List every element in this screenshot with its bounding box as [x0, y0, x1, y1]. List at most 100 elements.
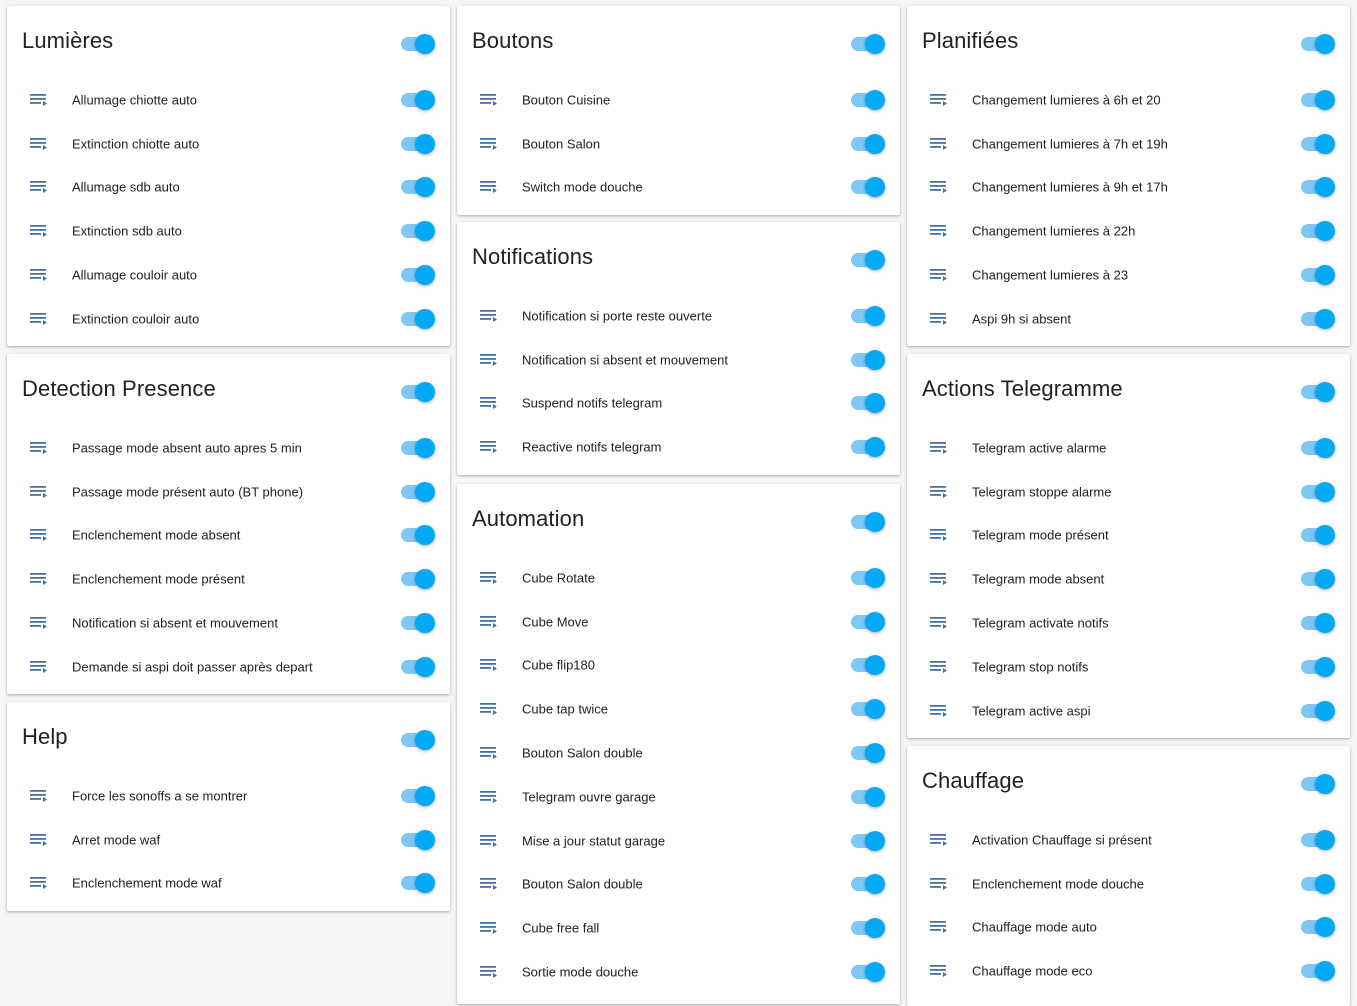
- automation-row[interactable]: Allumage sdb auto: [7, 166, 450, 210]
- automation-toggle[interactable]: [1301, 437, 1335, 458]
- automation-label[interactable]: Activation Chauffage si présent: [972, 832, 1152, 847]
- automation-toggle[interactable]: [851, 133, 885, 154]
- automation-toggle[interactable]: [851, 786, 885, 807]
- group-toggle[interactable]: [401, 34, 435, 54]
- automation-label[interactable]: Cube Rotate: [522, 570, 595, 585]
- automation-row[interactable]: Extinction couloir auto: [7, 297, 450, 341]
- automation-toggle[interactable]: [401, 873, 435, 894]
- automation-label[interactable]: Cube flip180: [522, 658, 595, 673]
- automation-row[interactable]: Extinction sdb auto: [7, 209, 450, 253]
- automation-toggle[interactable]: [1301, 613, 1335, 634]
- automation-row[interactable]: Telegram ouvre garage: [457, 775, 900, 819]
- automation-label[interactable]: Switch mode douche: [522, 180, 643, 195]
- automation-label[interactable]: Changement lumieres à 9h et 17h: [972, 180, 1168, 195]
- automation-toggle[interactable]: [401, 265, 435, 286]
- automation-row[interactable]: Aspi 9h si absent: [907, 297, 1350, 341]
- automation-toggle[interactable]: [1301, 177, 1335, 198]
- automation-label[interactable]: Passage mode présent auto (BT phone): [72, 484, 303, 499]
- automation-row[interactable]: Reactive notifs telegram: [457, 425, 900, 469]
- automation-row[interactable]: Bouton Salon double: [457, 731, 900, 775]
- automation-row[interactable]: Cube flip180: [457, 644, 900, 688]
- automation-label[interactable]: Suspend notifs telegram: [522, 396, 662, 411]
- automation-row[interactable]: Chauffage mode auto: [907, 906, 1350, 950]
- automation-label[interactable]: Changement lumieres à 22h: [972, 224, 1135, 239]
- automation-label[interactable]: Reactive notifs telegram: [522, 440, 661, 455]
- automation-label[interactable]: Bouton Salon: [522, 136, 600, 151]
- automation-row[interactable]: Telegram mode absent: [907, 557, 1350, 601]
- automation-toggle[interactable]: [851, 830, 885, 851]
- automation-toggle[interactable]: [401, 89, 435, 110]
- automation-label[interactable]: Telegram active aspi: [972, 703, 1091, 718]
- automation-label[interactable]: Telegram ouvre garage: [522, 789, 656, 804]
- automation-row[interactable]: Telegram stoppe alarme: [907, 470, 1350, 514]
- automation-toggle[interactable]: [401, 177, 435, 198]
- automation-toggle[interactable]: [401, 613, 435, 634]
- automation-row[interactable]: Demande si aspi doit passer après depart: [7, 645, 450, 689]
- automation-toggle[interactable]: [851, 918, 885, 939]
- automation-label[interactable]: Notification si absent et mouvement: [72, 616, 278, 631]
- automation-label[interactable]: Bouton Salon double: [522, 877, 643, 892]
- automation-row[interactable]: Cube Move: [457, 600, 900, 644]
- automation-label[interactable]: Extinction couloir auto: [72, 311, 199, 326]
- automation-toggle[interactable]: [1301, 308, 1335, 329]
- automation-row[interactable]: Changement lumieres à 6h et 20: [907, 78, 1350, 122]
- automation-label[interactable]: Allumage couloir auto: [72, 268, 197, 283]
- automation-toggle[interactable]: [851, 437, 885, 458]
- automation-toggle[interactable]: [401, 525, 435, 546]
- automation-row[interactable]: Extinction chiotte auto: [7, 122, 450, 166]
- automation-row[interactable]: Telegram active aspi: [907, 689, 1350, 733]
- automation-row[interactable]: Enclenchement mode douche: [907, 862, 1350, 906]
- automation-row[interactable]: Notification si absent et mouvement: [457, 338, 900, 382]
- automation-label[interactable]: Chauffage mode auto: [972, 920, 1097, 935]
- automation-label[interactable]: Enclenchement mode présent: [72, 572, 245, 587]
- group-toggle[interactable]: [1301, 34, 1335, 54]
- automation-label[interactable]: Bouton Cuisine: [522, 92, 610, 107]
- automation-label[interactable]: Telegram activate notifs: [972, 616, 1109, 631]
- automation-row[interactable]: Activation Chauffage si présent: [907, 818, 1350, 862]
- automation-toggle[interactable]: [1301, 569, 1335, 590]
- group-toggle[interactable]: [401, 730, 435, 750]
- automation-row[interactable]: Switch mode douche: [457, 166, 900, 210]
- automation-label[interactable]: Cube Move: [522, 614, 588, 629]
- group-toggle[interactable]: [851, 512, 885, 532]
- automation-row[interactable]: Notification si porte reste ouverte: [457, 294, 900, 338]
- group-toggle[interactable]: [1301, 774, 1335, 794]
- automation-label[interactable]: Allumage sdb auto: [72, 180, 180, 195]
- automation-label[interactable]: Cube free fall: [522, 921, 599, 936]
- automation-row[interactable]: Force les sonoffs a se montrer: [7, 774, 450, 818]
- automation-label[interactable]: Changement lumieres à 23: [972, 268, 1128, 283]
- automation-toggle[interactable]: [851, 177, 885, 198]
- automation-label[interactable]: Telegram mode absent: [972, 572, 1104, 587]
- automation-toggle[interactable]: [401, 569, 435, 590]
- automation-row[interactable]: Bouton Cuisine: [457, 78, 900, 122]
- automation-label[interactable]: Arret mode waf: [72, 832, 160, 847]
- automation-label[interactable]: Extinction chiotte auto: [72, 136, 199, 151]
- automation-toggle[interactable]: [1301, 133, 1335, 154]
- automation-label[interactable]: Telegram active alarme: [972, 440, 1106, 455]
- automation-label[interactable]: Notification si absent et mouvement: [522, 352, 728, 367]
- automation-label[interactable]: Sortie mode douche: [522, 965, 638, 980]
- automation-label[interactable]: Extinction sdb auto: [72, 224, 182, 239]
- automation-row[interactable]: Telegram mode présent: [907, 514, 1350, 558]
- automation-row[interactable]: Telegram activate notifs: [907, 601, 1350, 645]
- automation-row[interactable]: Cube tap twice: [457, 687, 900, 731]
- automation-toggle[interactable]: [401, 133, 435, 154]
- automation-row[interactable]: Enclenchement mode waf: [7, 862, 450, 906]
- automation-toggle[interactable]: [851, 567, 885, 588]
- automation-toggle[interactable]: [851, 89, 885, 110]
- automation-toggle[interactable]: [851, 655, 885, 676]
- automation-row[interactable]: Sortie mode douche: [457, 950, 900, 994]
- automation-label[interactable]: Telegram stoppe alarme: [972, 484, 1111, 499]
- automation-row[interactable]: Allumage chiotte auto: [7, 78, 450, 122]
- automation-row[interactable]: Bouton Salon: [457, 122, 900, 166]
- automation-row[interactable]: Telegram active alarme: [907, 426, 1350, 470]
- automation-toggle[interactable]: [1301, 829, 1335, 850]
- automation-label[interactable]: Demande si aspi doit passer après depart: [72, 659, 313, 674]
- automation-toggle[interactable]: [1301, 525, 1335, 546]
- automation-row[interactable]: Enclenchement mode absent: [7, 514, 450, 558]
- automation-row[interactable]: Arret mode waf: [7, 818, 450, 862]
- automation-label[interactable]: Telegram stop notifs: [972, 659, 1088, 674]
- automation-row[interactable]: Cube Rotate: [457, 556, 900, 600]
- automation-toggle[interactable]: [401, 656, 435, 677]
- automation-row[interactable]: Allumage couloir auto: [7, 253, 450, 297]
